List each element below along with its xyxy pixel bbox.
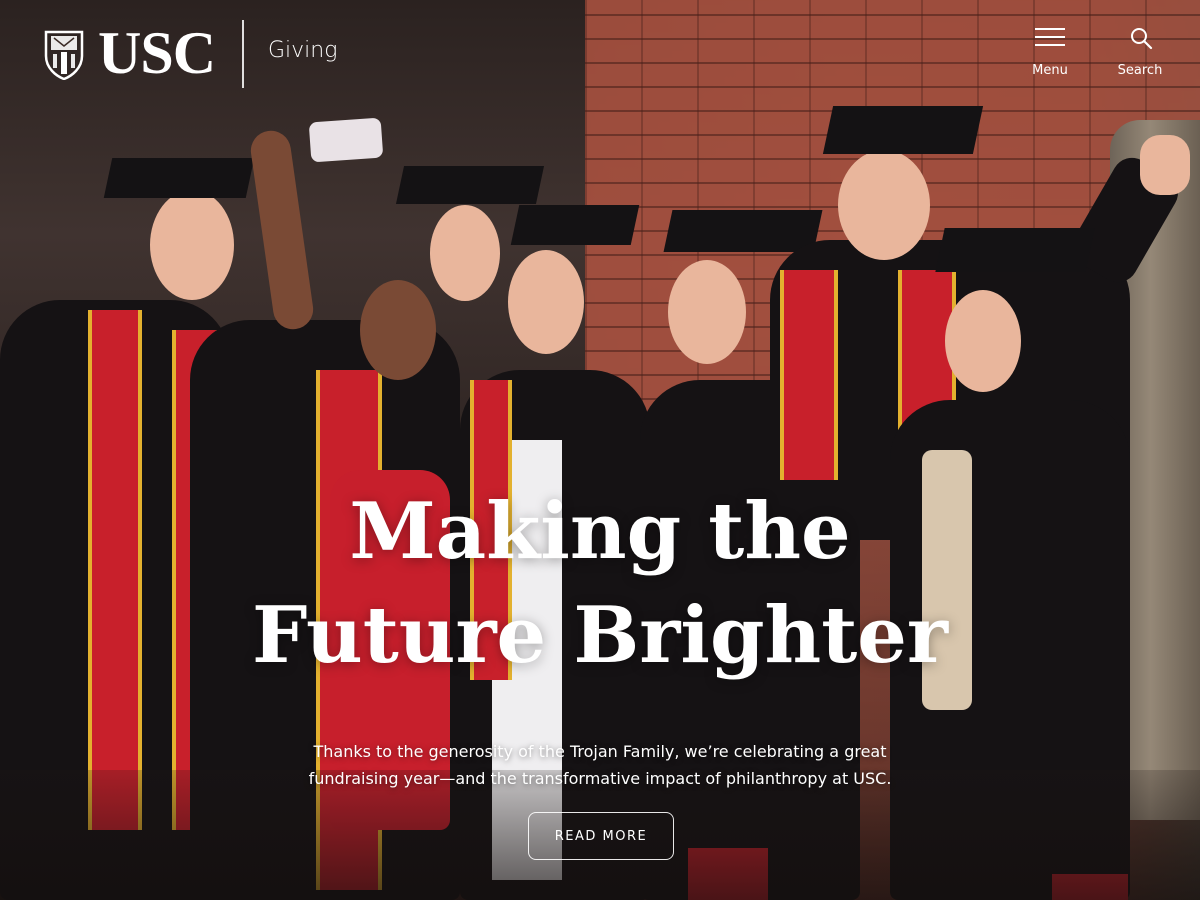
hero-section: USC Giving Menu Search Making the Future…	[0, 0, 1200, 900]
graduate-face	[945, 290, 1021, 392]
hero-subcopy: Thanks to the generosity of the Trojan F…	[308, 742, 892, 788]
site-header: USC Giving Menu Search	[0, 0, 1200, 110]
logo-subtitle: Giving	[268, 38, 338, 63]
menu-label: Menu	[1032, 63, 1068, 78]
hero-headline: Making the Future Brighter	[0, 480, 1200, 688]
graduate-face	[360, 280, 436, 380]
search-button[interactable]: Search	[1105, 24, 1175, 84]
graduation-cap	[395, 166, 545, 204]
graduate-hand	[1140, 135, 1190, 195]
logo-wordmark: USC	[98, 20, 216, 86]
logo-divider	[242, 20, 244, 88]
graduation-cap	[510, 205, 640, 245]
menu-button[interactable]: Menu	[1015, 24, 1085, 84]
graduate-face	[150, 190, 234, 300]
graduate-stole	[780, 270, 838, 480]
read-more-button[interactable]: READ MORE	[528, 812, 674, 860]
hero-headline-line-1: Making the	[349, 486, 851, 577]
graduate-face	[668, 260, 746, 364]
usc-seal-icon	[44, 30, 84, 80]
graduate-face	[838, 150, 930, 260]
phone	[308, 117, 384, 163]
search-icon	[1131, 28, 1153, 50]
graduate-face	[430, 205, 500, 301]
graduation-cap	[935, 228, 1095, 272]
graduate-face	[508, 250, 584, 354]
graduation-cap	[103, 158, 255, 198]
graduation-cap	[822, 106, 984, 154]
search-label: Search	[1117, 63, 1163, 78]
hero-headline-line-2: Future Brighter	[252, 590, 948, 681]
graduation-cap	[663, 210, 823, 252]
